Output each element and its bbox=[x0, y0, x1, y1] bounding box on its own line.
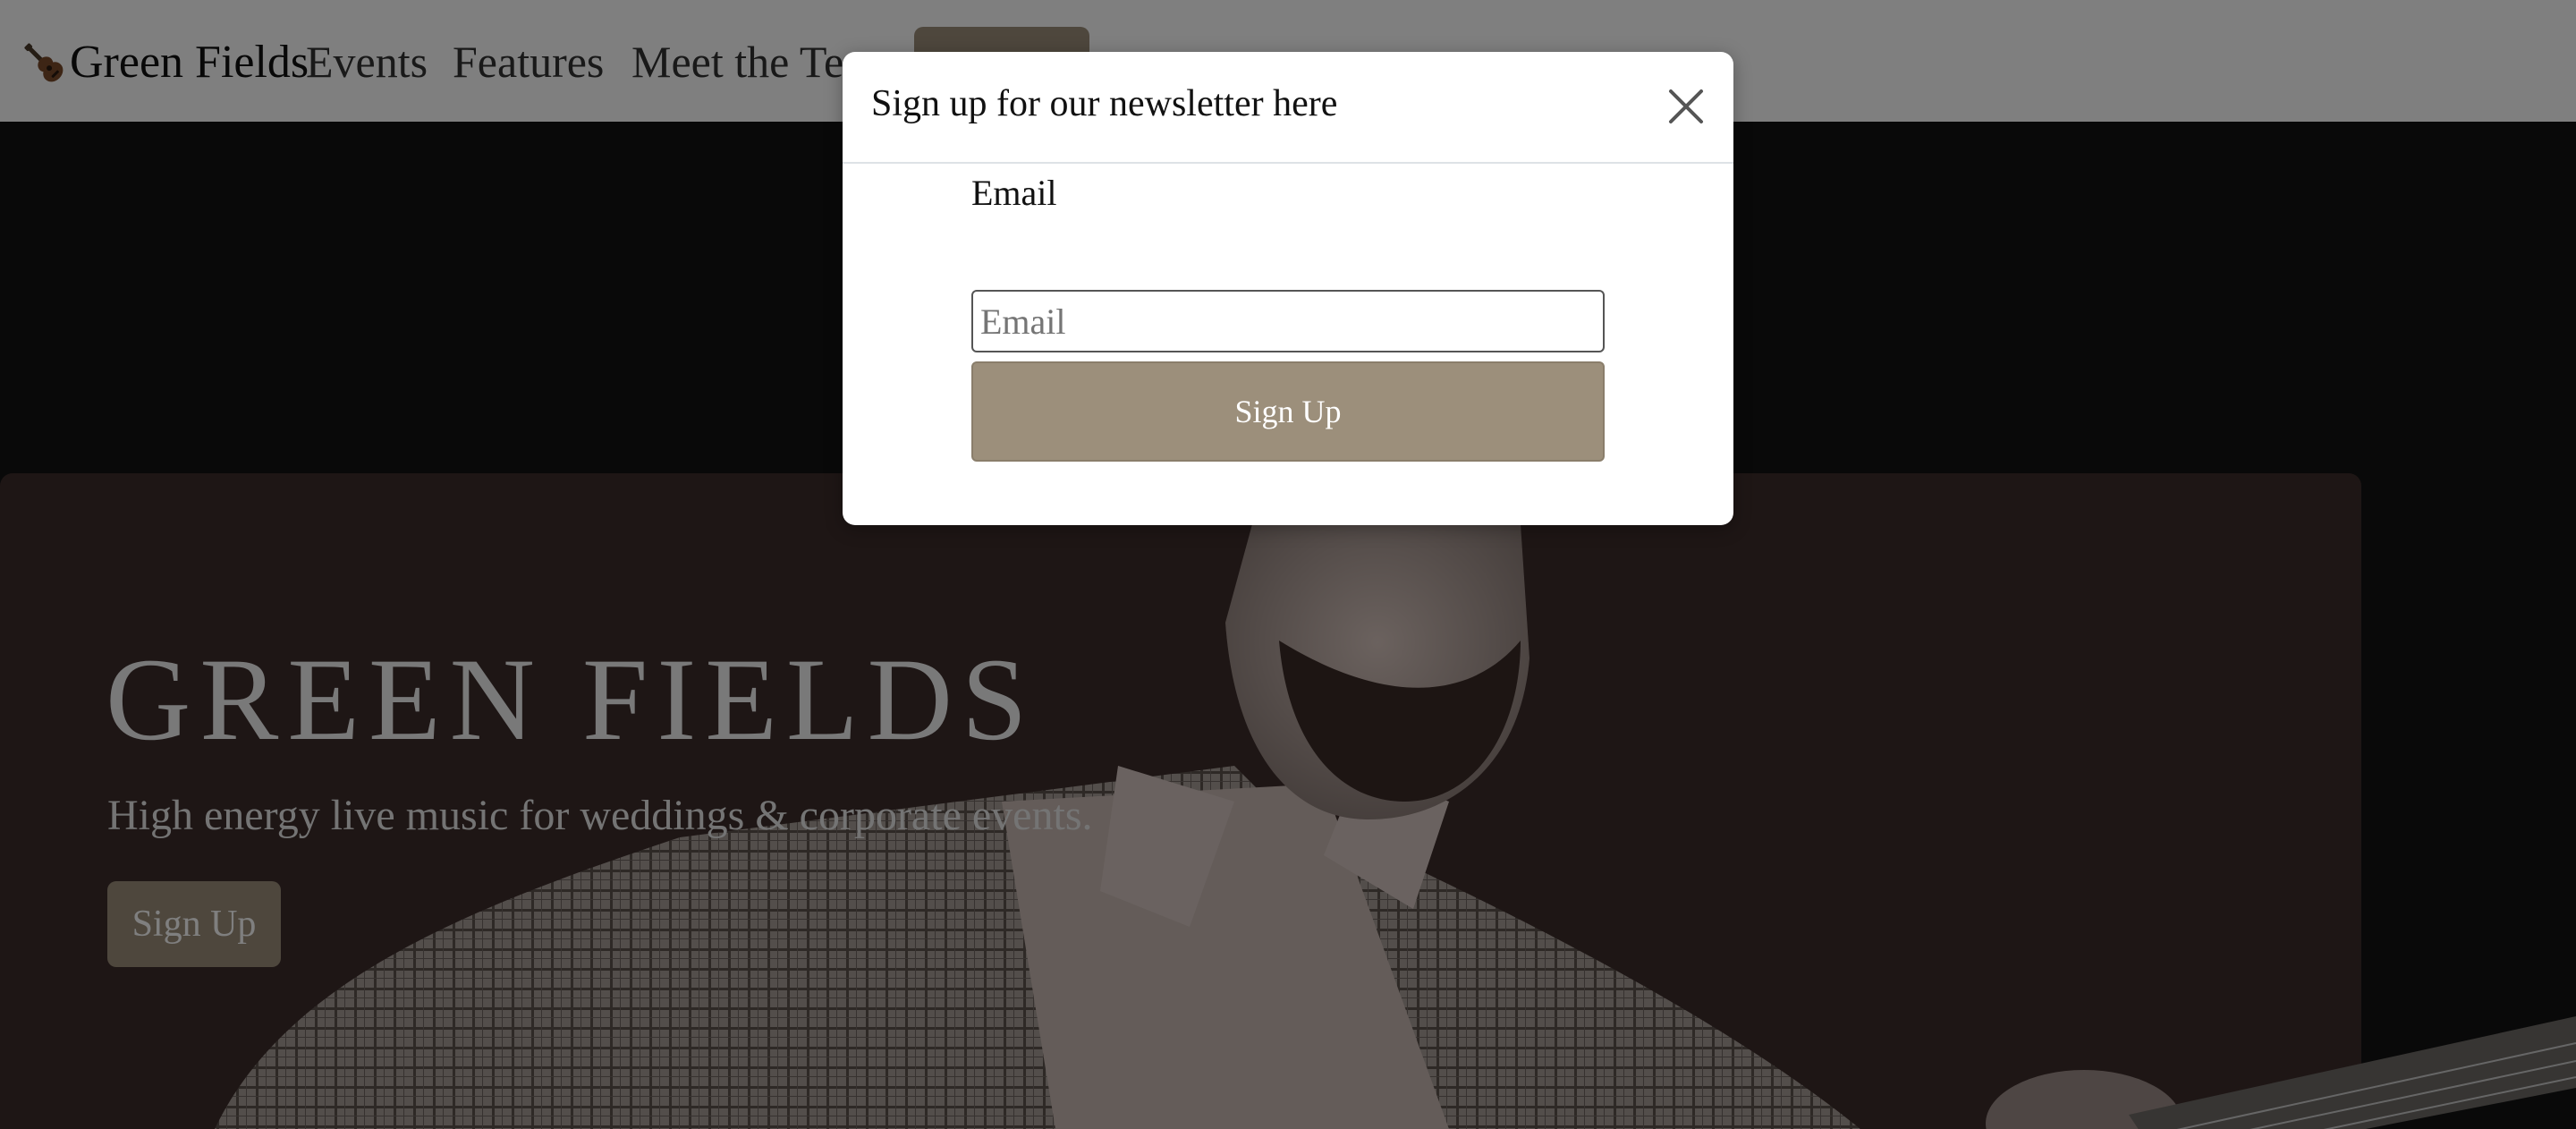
email-field[interactable] bbox=[971, 290, 1605, 352]
close-button[interactable] bbox=[1664, 84, 1708, 129]
close-icon bbox=[1669, 89, 1703, 123]
newsletter-modal: Sign up for our newsletter here Email Si… bbox=[843, 52, 1733, 525]
email-label: Email bbox=[971, 173, 1057, 213]
modal-header: Sign up for our newsletter here bbox=[843, 52, 1733, 164]
modal-title: Sign up for our newsletter here bbox=[871, 83, 1338, 124]
newsletter-sign-up-button[interactable]: Sign Up bbox=[971, 361, 1605, 462]
